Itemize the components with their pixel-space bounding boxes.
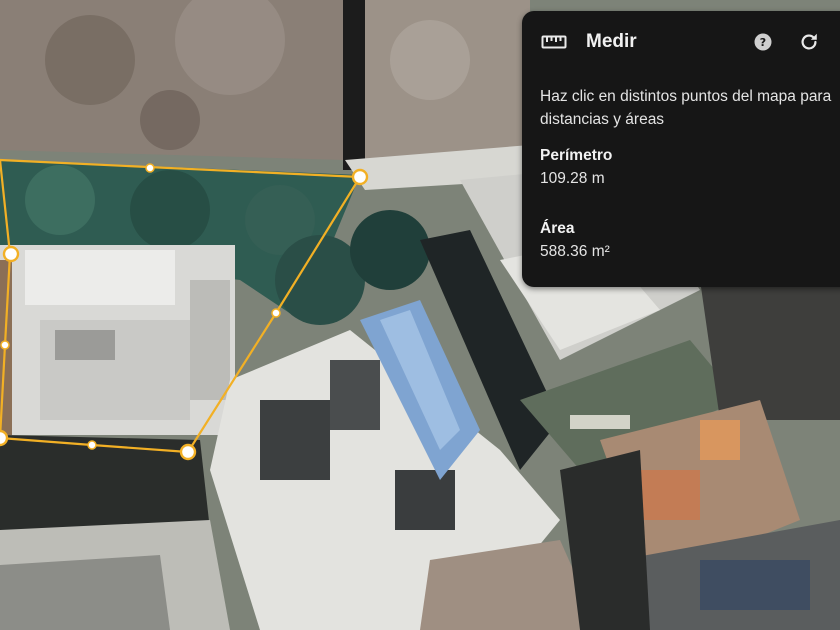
measure-midpoint <box>145 163 155 173</box>
ruler-icon <box>541 35 567 49</box>
help-circle-icon[interactable]: ? <box>754 33 772 51</box>
area-value: 588.36 m² <box>540 243 610 260</box>
measure-midpoint <box>87 440 97 450</box>
measure-vertex <box>2 245 20 263</box>
perimeter-label: Perímetro <box>540 147 613 164</box>
measure-instructions: Haz clic en distintos puntos del mapa pa… <box>540 85 840 131</box>
measure-panel: Medir ? Haz clic en distintos puntos del… <box>522 11 840 287</box>
measure-panel-title: Medir <box>586 31 637 52</box>
instructions-line: distancias y áreas <box>540 111 665 128</box>
measure-vertex <box>0 429 9 447</box>
perimeter-value: 109.28 m <box>540 170 605 187</box>
refresh-icon[interactable] <box>798 31 820 53</box>
measure-midpoint <box>271 308 281 318</box>
area-label: Área <box>540 220 575 237</box>
svg-text:?: ? <box>760 36 766 49</box>
measure-vertex <box>351 168 369 186</box>
measure-vertex <box>179 443 197 461</box>
instructions-line: Haz clic en distintos puntos del mapa pa… <box>540 88 832 105</box>
measure-panel-header: Medir ? <box>522 11 840 73</box>
measure-midpoint <box>0 340 10 350</box>
